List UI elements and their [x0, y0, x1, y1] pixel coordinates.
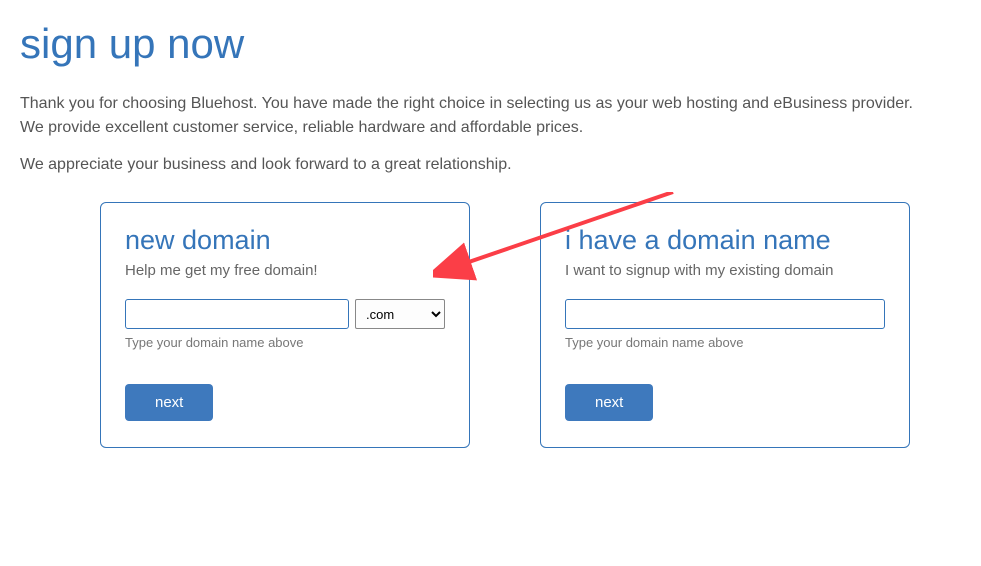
intro-paragraph: Thank you for choosing Bluehost. You hav…: [20, 92, 940, 140]
new-domain-input[interactable]: [125, 299, 349, 329]
page-title: sign up now: [20, 20, 961, 68]
new-domain-title: new domain: [125, 225, 445, 256]
new-domain-next-button[interactable]: next: [125, 384, 213, 421]
new-domain-subtitle: Help me get my free domain!: [125, 262, 445, 279]
have-domain-subtitle: I want to signup with my existing domain: [565, 262, 885, 279]
have-domain-next-button[interactable]: next: [565, 384, 653, 421]
cards-container: new domain Help me get my free domain! .…: [20, 202, 961, 448]
new-domain-input-row: .com: [125, 299, 445, 329]
secondary-paragraph: We appreciate your business and look for…: [20, 156, 961, 174]
have-domain-helper: Type your domain name above: [565, 335, 885, 350]
have-domain-card: i have a domain name I want to signup wi…: [540, 202, 910, 448]
new-domain-card: new domain Help me get my free domain! .…: [100, 202, 470, 448]
tld-select[interactable]: .com: [355, 299, 445, 329]
new-domain-helper: Type your domain name above: [125, 335, 445, 350]
have-domain-input-row: [565, 299, 885, 329]
have-domain-title: i have a domain name: [565, 225, 885, 256]
have-domain-input[interactable]: [565, 299, 885, 329]
